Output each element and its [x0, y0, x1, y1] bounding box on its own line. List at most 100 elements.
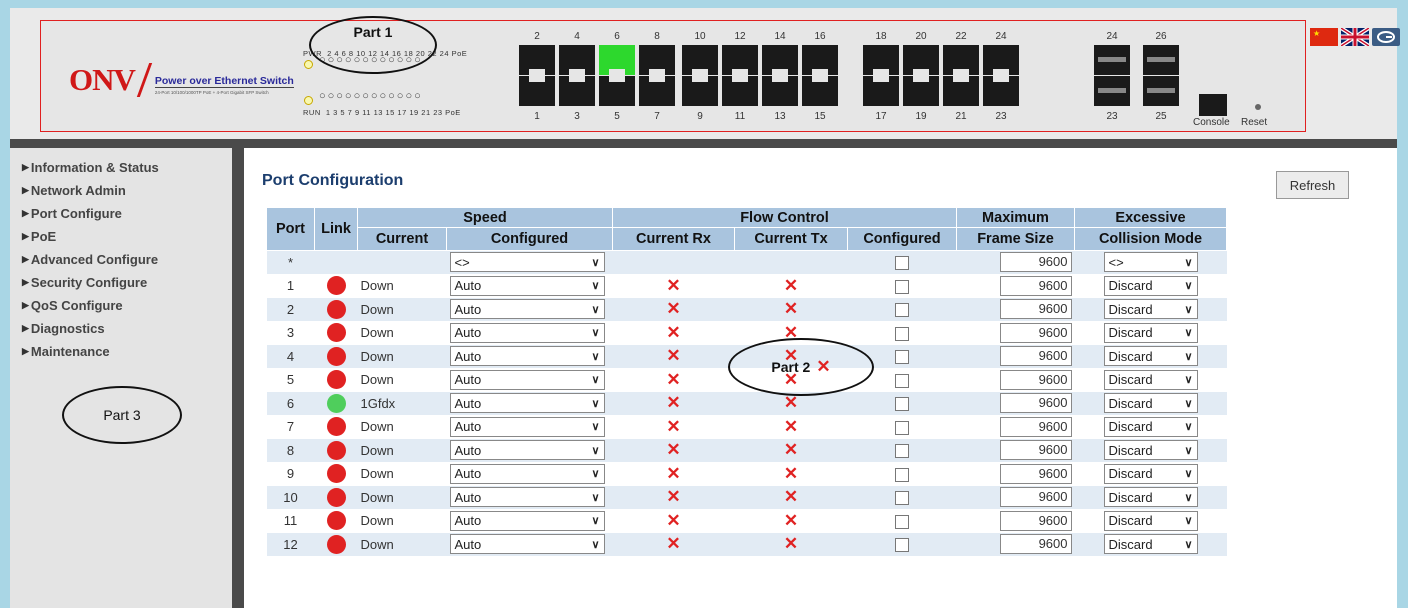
refresh-button[interactable]: Refresh [1276, 171, 1349, 199]
collision-mode-select[interactable]: Discard ∨ [1103, 510, 1198, 531]
close-icon: ✕ [666, 299, 681, 319]
col-flow-control: Flow Control [612, 207, 957, 228]
collision-mode-select[interactable]: Discard ∨ [1103, 369, 1198, 390]
annotation-part3: Part 3 [62, 386, 182, 444]
max-frame-input[interactable]: 9600 [999, 322, 1072, 343]
run-led-row: ○○○○○○○○○○○○ [319, 90, 423, 102]
collision-mode-select[interactable]: Discard ∨ [1103, 487, 1198, 508]
sidebar-item-label: PoE [30, 229, 57, 244]
col-fc-configured: Configured [847, 227, 957, 251]
speed-select[interactable]: <> ∨ [449, 252, 605, 273]
collision-mode-select[interactable]: Discard ∨ [1103, 299, 1198, 320]
speed-select[interactable]: Auto ∨ [449, 487, 605, 508]
logo-subtitle: 24-Port 10/100/1000TP PoE + 4-Port Gigab… [154, 90, 269, 95]
speed-select[interactable]: Auto ∨ [449, 275, 605, 296]
collision-mode-select[interactable]: Discard ∨ [1103, 393, 1198, 414]
speed-select[interactable]: Auto ∨ [449, 463, 605, 484]
table-row: 7 Down Auto ∨ ✕ ✕ 9600 Discard ∨ [266, 415, 1227, 439]
max-frame-input[interactable]: 9600 [999, 369, 1072, 390]
sidebar-item-port-configure[interactable]: ▶ Port Configure [22, 202, 232, 225]
collision-mode-select[interactable]: <> ∨ [1103, 252, 1198, 273]
sidebar-item-diagnostics[interactable]: ▶ Diagnostics [22, 317, 232, 340]
sidebar-item-security-configure[interactable]: ▶ Security Configure [22, 271, 232, 294]
link-status-icon [326, 370, 346, 390]
speed-select[interactable]: Auto ∨ [449, 416, 605, 437]
sidebar-item-information-status[interactable]: ▶ Information & Status [22, 156, 232, 179]
flow-control-checkbox[interactable] [895, 303, 909, 318]
flow-control-checkbox[interactable] [895, 444, 909, 459]
collision-mode-select[interactable]: Discard ∨ [1103, 534, 1198, 555]
collision-mode-select[interactable]: Discard ∨ [1103, 463, 1198, 484]
brand-logo: ONV Power over Ethernet Switch 24-Port 1… [69, 64, 294, 95]
speed-select[interactable]: Auto ∨ [449, 299, 605, 320]
max-frame-input[interactable]: 9600 [999, 510, 1072, 531]
max-frame-input[interactable]: 9600 [999, 487, 1072, 508]
sidebar-item-advanced-configure[interactable]: ▶ Advanced Configure [22, 248, 232, 271]
max-frame-input[interactable]: 9600 [999, 416, 1072, 437]
max-frame-input[interactable]: 9600 [999, 440, 1072, 461]
port-number: 17 [875, 111, 887, 122]
max-frame-input[interactable]: 9600 [999, 346, 1072, 367]
table-row: 2 Down Auto ∨ ✕ ✕ 9600 Discard ∨ [266, 297, 1227, 322]
flow-control-checkbox[interactable] [895, 467, 909, 482]
speed-select[interactable]: Auto ∨ [449, 393, 605, 414]
flow-control-checkbox[interactable] [895, 256, 909, 271]
max-frame-input[interactable]: 9600 [999, 534, 1072, 555]
port-number: 21 [955, 111, 967, 122]
port-cell: 4 [266, 344, 315, 369]
reset-button[interactable] [1255, 104, 1261, 110]
link-status-icon [326, 534, 346, 554]
sidebar-item-label: Security Configure [30, 275, 148, 290]
sidebar-item-label: Network Admin [30, 183, 126, 198]
flow-control-checkbox[interactable] [895, 326, 909, 341]
speed-select[interactable]: Auto ∨ [449, 440, 605, 461]
port-number: 8 [654, 31, 660, 42]
flow-control-checkbox[interactable] [895, 514, 909, 529]
speed-current-cell: Down [357, 297, 447, 322]
max-frame-input[interactable]: 9600 [999, 252, 1072, 273]
sidebar-item-maintenance[interactable]: ▶ Maintenance [22, 340, 232, 363]
link-status-icon [326, 417, 346, 437]
ethernet-port-icon [682, 76, 718, 106]
collision-mode-select[interactable]: Discard ∨ [1103, 440, 1198, 461]
flow-control-checkbox[interactable] [895, 397, 909, 412]
collision-mode-select[interactable]: Discard ∨ [1103, 275, 1198, 296]
close-icon: ✕ [666, 346, 681, 366]
port-cell: 1 [266, 274, 315, 298]
flow-control-checkbox[interactable] [895, 279, 909, 294]
collision-mode-select[interactable]: Discard ∨ [1103, 346, 1198, 367]
chevron-down-icon: ∨ [1184, 350, 1193, 363]
close-icon: ✕ [666, 369, 681, 389]
speed-select[interactable]: Auto ∨ [449, 534, 605, 555]
collision-mode-select[interactable]: Discard ∨ [1103, 322, 1198, 343]
flow-control-checkbox[interactable] [895, 491, 909, 506]
sidebar-item-poe[interactable]: ▶ PoE [22, 225, 232, 248]
max-frame-input[interactable]: 9600 [999, 393, 1072, 414]
run-label: RUN 1 3 5 7 9 11 13 15 17 19 21 23 PoE [303, 108, 461, 117]
collision-mode-select[interactable]: Discard ∨ [1103, 416, 1198, 437]
speed-select[interactable]: Auto ∨ [449, 346, 605, 367]
chevron-down-icon: ∨ [591, 444, 600, 457]
flow-control-checkbox[interactable] [895, 420, 909, 435]
china-flag-icon[interactable]: ★ [1310, 28, 1338, 46]
speed-select[interactable]: Auto ∨ [449, 510, 605, 531]
flow-control-checkbox[interactable] [895, 373, 909, 388]
max-frame-input[interactable]: 9600 [999, 275, 1072, 296]
speed-select[interactable]: Auto ∨ [449, 322, 605, 343]
port-number: 7 [654, 111, 660, 122]
help-icon[interactable] [1372, 28, 1400, 46]
port-number: 18 [875, 31, 887, 42]
flow-control-checkbox[interactable] [895, 350, 909, 365]
expand-triangle-icon: ▶ [22, 346, 29, 356]
speed-select[interactable]: Auto ∨ [449, 369, 605, 390]
uk-flag-icon[interactable] [1341, 28, 1369, 46]
flow-control-checkbox[interactable] [895, 538, 909, 553]
speed-current-cell: Down [357, 368, 447, 392]
ethernet-port-icon [863, 76, 899, 106]
max-frame-input[interactable]: 9600 [999, 463, 1072, 484]
sidebar-item-network-admin[interactable]: ▶ Network Admin [22, 179, 232, 202]
sidebar-item-qos-configure[interactable]: ▶ QoS Configure [22, 294, 232, 317]
sidebar-item-label: Diagnostics [30, 321, 105, 336]
max-frame-input[interactable]: 9600 [999, 299, 1072, 320]
link-status-icon [326, 346, 346, 366]
